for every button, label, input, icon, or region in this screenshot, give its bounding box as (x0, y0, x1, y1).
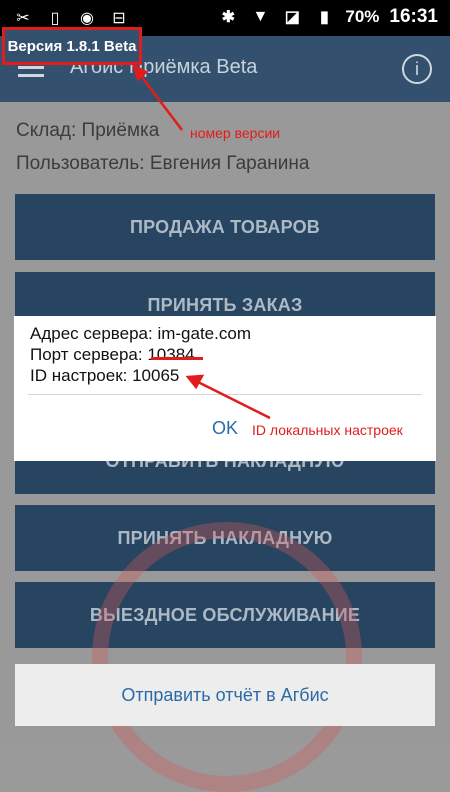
battery-icon: ▮ (319, 9, 329, 26)
watermark-stamp (92, 522, 362, 792)
status-left-icons: ✂ ▯ ◉ ⊟ (12, 8, 130, 28)
sell-goods-button[interactable]: ПРОДАЖА ТОВАРОВ (15, 194, 435, 260)
send-report-button[interactable]: Отправить отчёт в Агбис (15, 664, 435, 726)
battery-percent: 70% (345, 7, 380, 26)
server-address: Адрес сервера: im-gate.com (30, 324, 251, 343)
version-label: Версия 1.8.1 Beta (2, 27, 142, 65)
usb-debug-icon: ✂ (16, 10, 30, 27)
no-sim-icon: ◪ (284, 9, 300, 26)
clock: 16:31 (389, 6, 438, 27)
wifi-icon: ▼ (252, 8, 269, 25)
user-label: Пользователь: Евгения Гаранина (16, 153, 310, 174)
warehouse-label: Склад: Приёмка (16, 120, 160, 141)
settings-annotation: ID локальных настроек (252, 422, 403, 438)
info-icon[interactable]: i (402, 54, 432, 84)
screen-cast-icon: ⊟ (112, 10, 126, 27)
status-right-icons: ✱ ▼ ◪ ▮ 70% 16:31 (217, 6, 438, 28)
settings-id: ID настроек: 10065 (30, 366, 180, 385)
settings-dialog: Адрес сервера: im-gate.com Порт сервера:… (14, 316, 436, 461)
eye-icon: ◉ (80, 10, 94, 27)
bluetooth-icon: ✱ (221, 9, 236, 26)
ok-button[interactable]: OK (212, 418, 238, 439)
version-annotation: номер версии (190, 125, 281, 141)
dialog-divider (28, 394, 422, 395)
server-port-label: Порт сервера: (30, 345, 148, 364)
port-redaction-strike (151, 357, 203, 360)
phone-icon: ▯ (50, 10, 60, 27)
server-port-value: 10384 (147, 345, 195, 364)
server-port: Порт сервера: 10384 (30, 345, 195, 365)
